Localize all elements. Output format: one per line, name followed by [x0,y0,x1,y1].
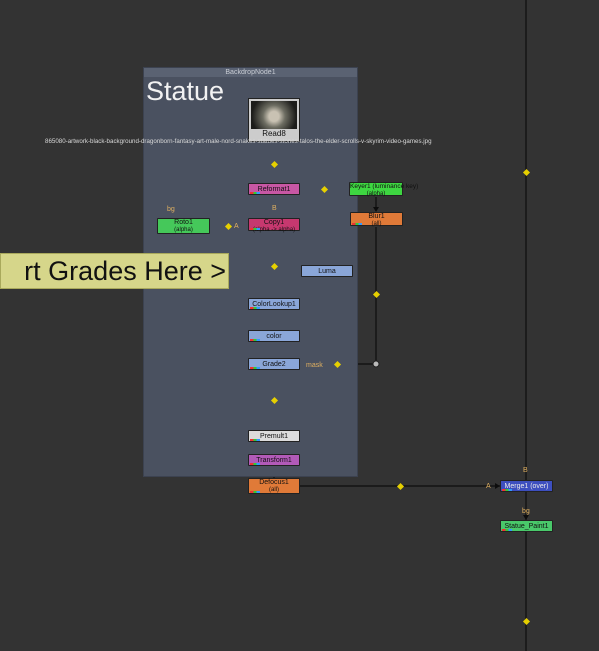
read-filename: 865080-artwork-black-background-dragonbo… [45,138,432,145]
statue-paint-node[interactable]: Statue_Paint1 [500,520,553,532]
merge-input-b-label: B [523,467,528,474]
read-thumbnail [251,101,297,129]
defocus-node-label: Defocus1 [259,479,289,486]
premult-node[interactable]: Premult1 [248,430,300,442]
grade-node-label: Grade2 [262,361,286,368]
colorlookup-node[interactable]: ColorLookup1 [248,298,300,310]
roto-node-label: Roto1 [174,219,193,226]
copy-input-b-label: B [272,205,277,212]
copy-node-label: Copy1 [263,219,285,226]
transform-node-label: Transform1 [256,457,292,464]
keyer-node[interactable]: Keyer1 (luminance key) (alpha) [349,182,419,197]
read-node-label: Read8 [262,129,286,138]
premult-node-label: Premult1 [259,433,288,440]
keyer-node-sub: (alpha) [366,191,386,197]
copy-input-a-label: A [234,223,239,230]
grade-mask-label: mask [306,362,323,369]
reformat-node-label: Reformat1 [257,186,291,193]
roto-node-sub: (alpha) [174,227,193,233]
sticky-note-text: rt Grades Here > [24,256,226,286]
roto-bg-label: bg [167,206,175,213]
blur-node[interactable]: Blur1 (all) [350,212,403,227]
color-node-label: color [266,333,282,340]
reformat-node[interactable]: Reformat1 [248,183,300,195]
backdrop-title: Statue [146,76,225,106]
defocus-node[interactable]: Defocus1 (all) [248,478,300,494]
luma-node-label: Luma [318,268,336,275]
transform-node[interactable]: Transform1 [248,454,300,466]
luma-node[interactable]: Luma [301,265,353,277]
keyer-node-label: Keyer1 (luminance key) [350,183,419,190]
color-node[interactable]: color [248,330,300,342]
sticky-note[interactable]: rt Grades Here > [0,253,229,289]
grade-node[interactable]: Grade2 [248,358,300,370]
merge-node[interactable]: Merge1 (over) [500,480,553,492]
read-node[interactable]: Read8 [248,98,300,142]
merge-input-a-label: A [486,483,491,490]
copy-node[interactable]: Copy1 (alpha -> alpha) [248,218,300,233]
paint-bg-label: bg [522,508,530,515]
blur-node-label: Blur1 [368,213,385,220]
roto-node[interactable]: Roto1 (alpha) [157,218,210,234]
